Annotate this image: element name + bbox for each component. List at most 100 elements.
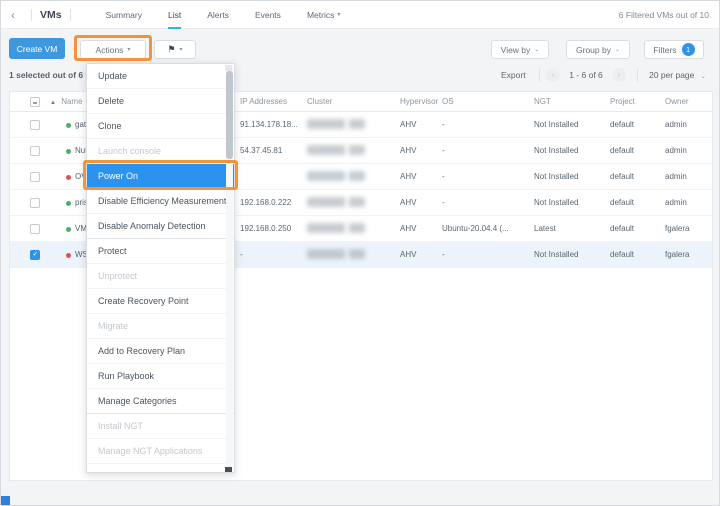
prism-vms-screen: ‹ VMs Summary List Alerts Events Metrics… (0, 0, 720, 506)
vm-project: default (610, 250, 634, 259)
page-next-button[interactable]: › (612, 68, 626, 82)
power-status-on-icon (66, 201, 71, 206)
menu-item-delete[interactable]: Delete (87, 89, 234, 114)
label-flag-button[interactable]: ⚑ ▾ (154, 40, 196, 59)
selection-summary: 1 selected out of 6 fil (9, 70, 93, 80)
menu-item-protect[interactable]: Protect (87, 239, 234, 264)
power-status-on-icon (66, 149, 71, 154)
power-status-on-icon (66, 123, 71, 128)
menu-item-create-recovery-point[interactable]: Create Recovery Point (87, 289, 234, 314)
vm-ngt: Not Installed (534, 198, 578, 207)
cluster-redacted (307, 171, 365, 181)
back-chevron-icon[interactable]: ‹ (11, 8, 15, 22)
page-prev-button[interactable]: ‹ (546, 68, 560, 82)
create-vm-button[interactable]: Create VM (9, 38, 65, 59)
row-checkbox-checked[interactable] (30, 250, 40, 260)
row-checkbox[interactable] (30, 224, 40, 234)
column-header-ngt[interactable]: NGT (534, 97, 551, 106)
vm-owner: admin (665, 146, 687, 155)
menu-item-add-to-recovery-plan[interactable]: Add to Recovery Plan (87, 339, 234, 364)
tab-metrics[interactable]: Metrics ▾ (294, 1, 353, 29)
vm-ip: - (240, 250, 243, 259)
vm-hypervisor: AHV (400, 120, 416, 129)
column-header-name[interactable]: ▲ Name (50, 97, 83, 106)
power-status-off-icon (66, 253, 71, 258)
corner-marker (1, 496, 10, 505)
chevron-down-icon: ⌄ (615, 46, 620, 53)
select-all-checkbox[interactable] (30, 97, 40, 107)
cluster-redacted (307, 145, 365, 155)
menu-item-install-ngt: Install NGT (87, 414, 234, 439)
vm-owner: admin (665, 172, 687, 181)
row-checkbox[interactable] (30, 146, 40, 156)
vm-project: default (610, 146, 634, 155)
vm-ngt: Not Installed (534, 250, 578, 259)
vm-owner: admin (665, 120, 687, 129)
menu-item-clone[interactable]: Clone (87, 114, 234, 139)
cluster-redacted (307, 223, 365, 233)
tab-alerts[interactable]: Alerts (194, 1, 242, 29)
vm-os: - (442, 172, 445, 181)
actions-dropdown-menu: Update Delete Clone Launch console Power… (86, 63, 235, 473)
cluster-redacted (307, 249, 365, 259)
menu-item-manage-categories[interactable]: Manage Categories (87, 389, 234, 414)
row-checkbox[interactable] (30, 172, 40, 182)
vm-project: default (610, 198, 634, 207)
menu-item-upgrade-ngt: Upgrade NGT (87, 464, 234, 473)
export-link[interactable]: Export (501, 70, 526, 80)
group-by-button[interactable]: Group by ⌄ (566, 40, 630, 59)
column-header-hypervisor[interactable]: Hypervisor (400, 97, 438, 106)
row-checkbox[interactable] (30, 198, 40, 208)
menu-item-disable-anomaly-detection[interactable]: Disable Anomaly Detection (87, 214, 234, 239)
chevron-down-icon: ▾ (127, 46, 130, 53)
column-header-project[interactable]: Project (610, 97, 635, 106)
filters-button[interactable]: Filters 1 (644, 40, 704, 59)
cluster-redacted (307, 119, 365, 129)
column-header-ip[interactable]: IP Addresses (240, 97, 287, 106)
actions-button[interactable]: Actions ▾ (80, 40, 146, 59)
cluster-redacted (307, 197, 365, 207)
scrollbar-thumb[interactable] (226, 71, 233, 159)
tab-list[interactable]: List (155, 1, 194, 29)
chevron-down-icon: ⌄ (534, 46, 539, 53)
vm-ngt: Not Installed (534, 120, 578, 129)
scroll-down-icon[interactable] (225, 467, 232, 473)
tab-summary[interactable]: Summary (93, 1, 155, 29)
actions-button-label: Actions (96, 45, 124, 55)
column-header-owner[interactable]: Owner (665, 97, 689, 106)
menu-item-disable-efficiency-measurement[interactable]: Disable Efficiency Measurement (87, 189, 234, 214)
vm-ip: 54.37.45.81 (240, 146, 282, 155)
row-checkbox[interactable] (30, 120, 40, 130)
divider (70, 9, 71, 21)
menu-item-run-playbook[interactable]: Run Playbook (87, 364, 234, 389)
chevron-down-icon: ⌄ (701, 74, 706, 80)
view-by-label: View by (501, 45, 531, 55)
sort-asc-icon: ▲ (50, 100, 56, 106)
vm-ip: 192.168.0.222 (240, 198, 291, 207)
vm-hypervisor: AHV (400, 172, 416, 181)
divider (539, 68, 540, 82)
vm-owner: admin (665, 198, 687, 207)
entity-header-bar: ‹ VMs Summary List Alerts Events Metrics… (1, 1, 719, 29)
menu-scrollbar[interactable] (226, 65, 233, 473)
view-by-button[interactable]: View by ⌄ (491, 40, 549, 59)
vm-hypervisor: AHV (400, 146, 416, 155)
chevron-down-icon: ▾ (180, 46, 183, 53)
vm-toolbar: Create VM Actions ▾ ⚑ ▾ View by ⌄ Group … (1, 33, 719, 63)
menu-item-update[interactable]: Update (87, 64, 234, 89)
flag-icon: ⚑ (167, 44, 175, 55)
vm-hypervisor: AHV (400, 198, 416, 207)
menu-item-unprotect: Unprotect (87, 264, 234, 289)
menu-item-power-on[interactable]: Power On (87, 164, 234, 189)
filters-count-badge: 1 (682, 43, 695, 56)
menu-item-migrate: Migrate (87, 314, 234, 339)
per-page-select[interactable]: 20 per page ⌄ (649, 70, 706, 80)
group-by-label: Group by (576, 45, 611, 55)
column-header-os[interactable]: OS (442, 97, 454, 106)
tab-events[interactable]: Events (242, 1, 294, 29)
vm-os: Ubuntu-20.04.4 (... (442, 224, 509, 233)
column-header-cluster[interactable]: Cluster (307, 97, 332, 106)
vm-hypervisor: AHV (400, 250, 416, 259)
vm-os: - (442, 146, 445, 155)
divider (637, 68, 638, 82)
